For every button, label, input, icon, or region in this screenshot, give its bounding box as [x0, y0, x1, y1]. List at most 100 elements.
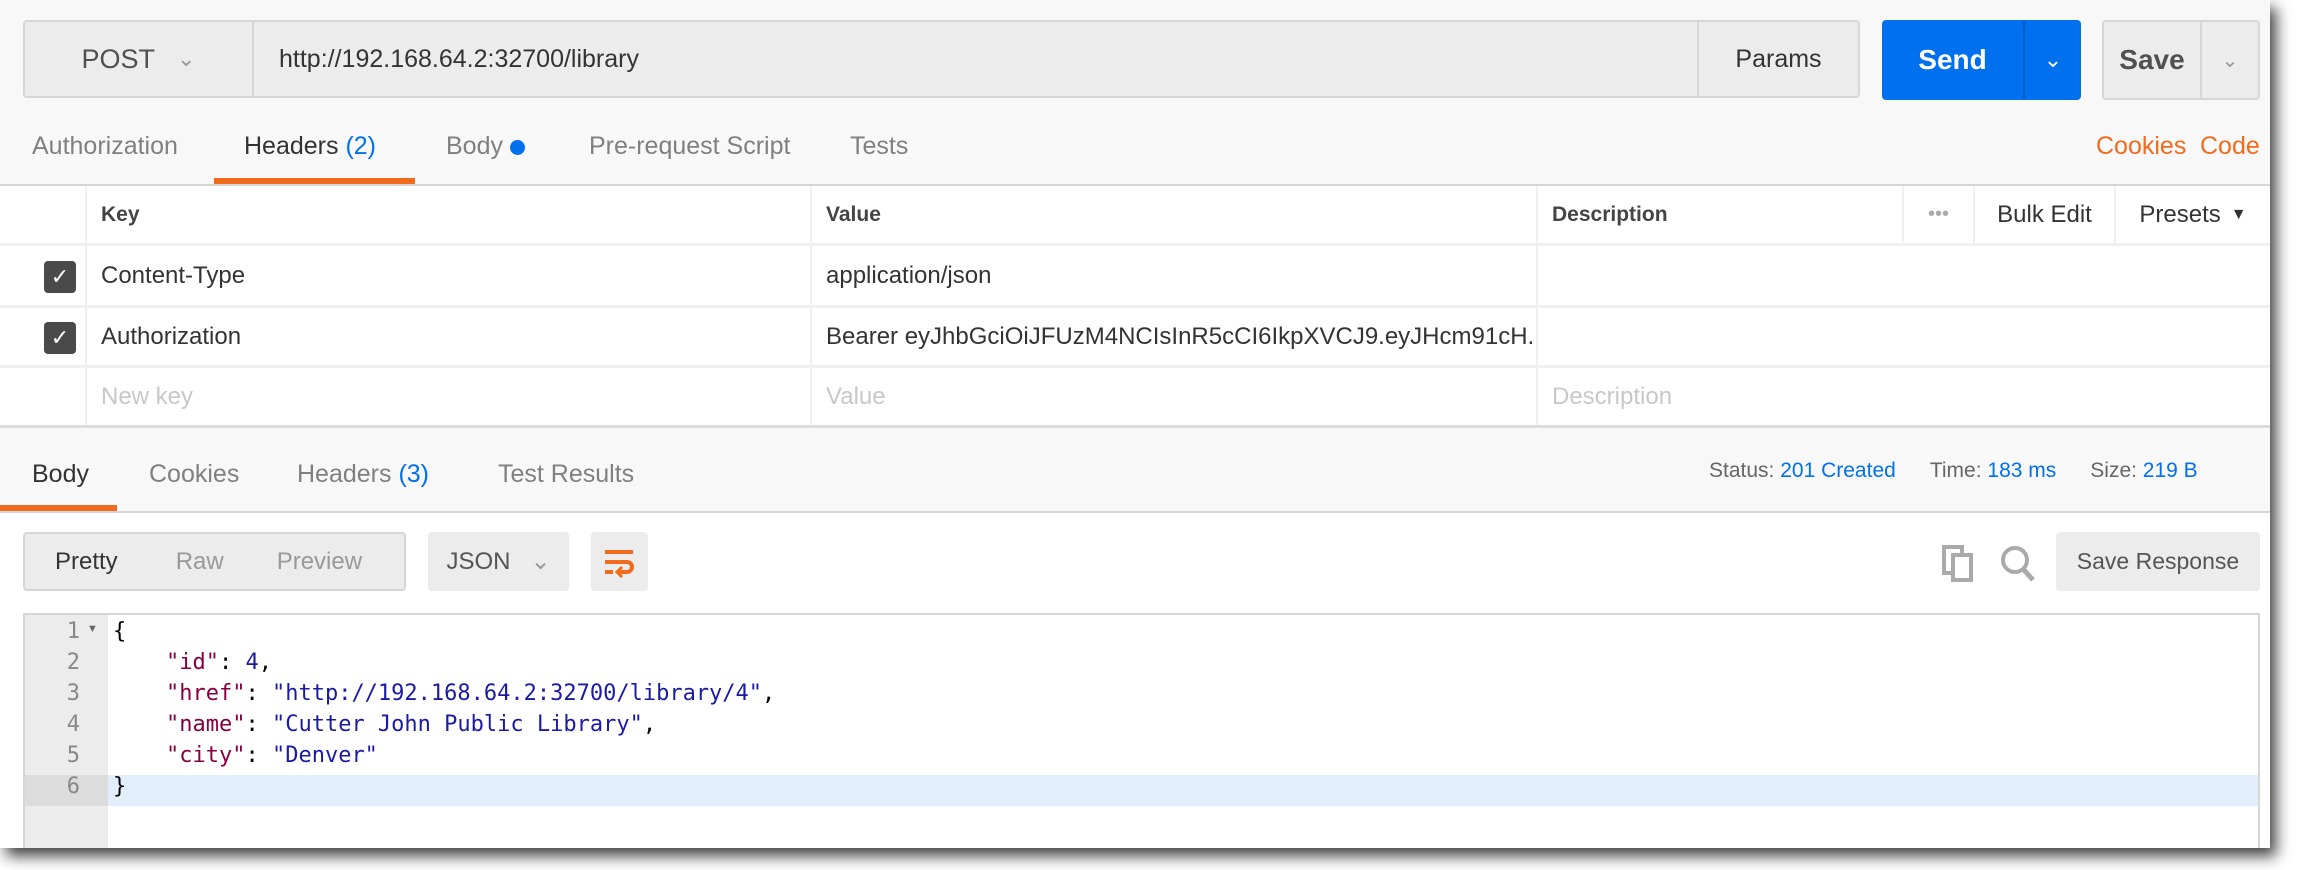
url-input[interactable]: http://192.168.64.2:32700/library: [279, 22, 639, 96]
new-key-input[interactable]: New key: [85, 368, 810, 425]
line-number: 3: [66, 681, 80, 706]
code-link[interactable]: Code: [2200, 132, 2260, 161]
fold-arrow-icon[interactable]: ▼: [87, 623, 98, 635]
header-value[interactable]: application/json: [810, 246, 1536, 305]
chevron-down-icon: ⌄: [530, 548, 551, 575]
tab-response-cookies[interactable]: Cookies: [149, 460, 239, 489]
save-response-button[interactable]: Save Response: [2056, 532, 2260, 591]
status-value: 201 Created: [1780, 459, 1896, 482]
status: Status: 201 Created: [1709, 459, 1896, 483]
modified-dot-icon: [509, 139, 525, 155]
view-mode-group: Pretty Raw Preview: [23, 532, 406, 591]
code-line: "href": "http://192.168.64.2:32700/libra…: [113, 678, 2253, 709]
header-value[interactable]: Bearer eyJhbGciOiJFUzM4NCIsInR5cCI6IkpXV…: [810, 308, 1536, 365]
code-punct: :: [245, 712, 272, 737]
tab-response-headers[interactable]: Headers (3): [297, 460, 429, 489]
new-description-input[interactable]: Description: [1536, 368, 2270, 425]
header-key[interactable]: Authorization: [85, 308, 810, 365]
code-punct: ,: [642, 712, 657, 737]
size: Size: 219 B: [2090, 459, 2197, 483]
response-editor[interactable]: 123456 ▼ { "id": 4, "href": "http://192.…: [23, 613, 2260, 848]
tab-response-body[interactable]: Body: [32, 460, 89, 489]
time: Time: 183 ms: [1930, 459, 2056, 483]
tab-pre-request-script[interactable]: Pre-request Script: [589, 132, 790, 161]
save-button-group: Save ⌄: [2102, 20, 2260, 100]
line-number: 5: [66, 743, 80, 768]
size-value: 219 B: [2142, 459, 2198, 482]
header-description[interactable]: [1536, 246, 2270, 305]
code-line: }: [113, 771, 2253, 802]
code-punct: :: [245, 743, 272, 768]
presets-label: Presets: [2139, 200, 2221, 228]
method-select[interactable]: POST ⌄: [25, 22, 254, 96]
line-number: 4: [66, 712, 80, 737]
header-description[interactable]: [1536, 308, 2270, 365]
bulk-edit-button[interactable]: Bulk Edit: [1973, 186, 2114, 243]
send-button-group: Send ⌄: [1882, 20, 2081, 100]
save-button[interactable]: Save: [2104, 22, 2200, 98]
tab-headers[interactable]: Headers (2): [244, 132, 376, 161]
code-punct: [113, 650, 166, 675]
send-options-button[interactable]: ⌄: [2023, 20, 2081, 100]
time-value: 183 ms: [1987, 459, 2057, 482]
code-line: "city": "Denver": [113, 740, 2253, 771]
code-punct: [113, 743, 166, 768]
presets-button[interactable]: Presets ▼: [2114, 186, 2270, 243]
chevron-down-icon: ⌄: [2043, 47, 2063, 72]
wrap-lines-icon: [604, 549, 634, 578]
save-options-button[interactable]: ⌄: [2200, 22, 2258, 98]
cookies-link[interactable]: Cookies: [2096, 132, 2186, 161]
table-row: ✓ Authorization Bearer eyJhbGciOiJFUzM4N…: [0, 308, 2270, 368]
search-icon[interactable]: [1999, 544, 2037, 584]
more-options-icon[interactable]: •••: [1902, 186, 1973, 243]
chevron-down-icon: ⌄: [2221, 49, 2239, 72]
code-punct: :: [245, 681, 272, 706]
json-number: 4: [245, 650, 259, 675]
wrap-lines-button[interactable]: [591, 532, 648, 591]
table-row: ✓ Content-Type application/json: [0, 246, 2270, 308]
header-key[interactable]: Content-Type: [85, 246, 810, 305]
code-punct: [113, 681, 166, 706]
headers-table: Key Value Description ••• Bulk Edit Pres…: [0, 186, 2270, 428]
tab-authorization[interactable]: Authorization: [32, 132, 178, 161]
format-select[interactable]: JSON ⌄: [428, 532, 569, 591]
column-key: Key: [85, 186, 810, 243]
code-punct: [113, 712, 166, 737]
view-raw[interactable]: Raw: [176, 548, 224, 576]
code-punct: }: [113, 774, 127, 799]
size-label: Size:: [2090, 459, 2137, 482]
copy-icon[interactable]: [1940, 544, 1976, 582]
row-checkbox[interactable]: ✓: [44, 322, 76, 354]
format-label: JSON: [446, 547, 511, 575]
headers-count: (3): [398, 460, 430, 488]
json-string: "Cutter John Public Library": [271, 712, 643, 737]
code-line: "name": "Cutter John Public Library",: [113, 709, 2253, 740]
code-line: "id": 4,: [113, 647, 2253, 678]
view-pretty[interactable]: Pretty: [55, 548, 118, 576]
json-string: "Denver": [271, 743, 378, 768]
tab-body[interactable]: Body: [446, 132, 525, 161]
code-punct: :: [218, 650, 246, 675]
json-key: "id": [165, 650, 219, 675]
column-description: Description: [1536, 186, 1902, 243]
new-value-input[interactable]: Value: [810, 368, 1536, 425]
postman-window: POST ⌄ http://192.168.64.2:32700/library …: [0, 0, 2270, 848]
tab-label: Body: [446, 132, 503, 160]
params-button[interactable]: Params: [1697, 22, 1858, 96]
url-bar: POST ⌄ http://192.168.64.2:32700/library …: [23, 20, 1860, 98]
table-header-row: Key Value Description ••• Bulk Edit Pres…: [0, 186, 2270, 246]
line-number: 6: [66, 774, 80, 799]
tab-test-results[interactable]: Test Results: [498, 460, 634, 489]
send-button[interactable]: Send: [1882, 20, 2023, 100]
view-preview[interactable]: Preview: [277, 548, 362, 576]
line-number: 2: [66, 650, 80, 675]
tab-tests[interactable]: Tests: [850, 132, 908, 161]
new-header-row: New key Value Description: [0, 368, 2270, 428]
code-line: {: [113, 616, 2253, 647]
status-label: Status:: [1709, 459, 1775, 482]
row-checkbox[interactable]: ✓: [44, 261, 76, 293]
json-key: "city": [165, 743, 246, 768]
json-key: "href": [165, 681, 246, 706]
caret-down-icon: ▼: [2230, 205, 2247, 223]
headers-count: (2): [345, 132, 377, 160]
